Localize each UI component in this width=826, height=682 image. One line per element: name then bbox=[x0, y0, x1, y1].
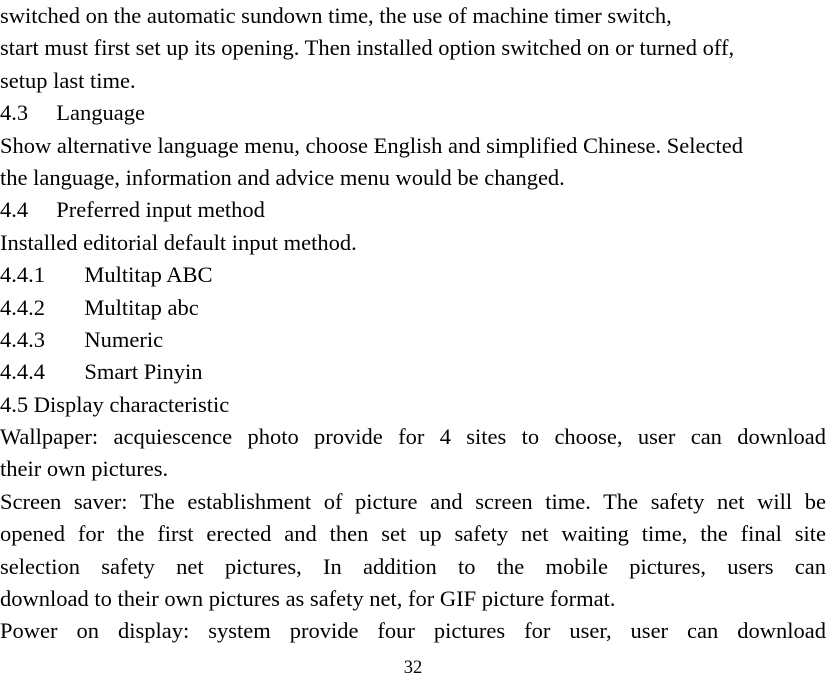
text-line: the language, information and advice men… bbox=[0, 164, 565, 190]
list-item-4-4-2: 4.4.2 Multitap abc bbox=[0, 294, 199, 320]
heading-4-5: 4.5 Display characteristic bbox=[0, 391, 230, 417]
page-number: 32 bbox=[403, 658, 423, 678]
text-line: opened for the first erected and then se… bbox=[0, 521, 826, 547]
text-line: Wallpaper: acquiescence photo provide fo… bbox=[0, 424, 826, 450]
heading-4-4: 4.4 Preferred input method bbox=[0, 197, 265, 223]
text-line: Installed editorial default input method… bbox=[0, 229, 357, 255]
text-line: download to their own pictures as safety… bbox=[0, 586, 616, 612]
list-item-4-4-1: 4.4.1 Multitap ABC bbox=[0, 262, 213, 288]
text-line: Show alternative language menu, choose E… bbox=[0, 132, 743, 158]
text-line: switched on the automatic sundown time, … bbox=[0, 3, 672, 28]
document-page: switched on the automatic sundown time, … bbox=[0, 0, 826, 682]
text-line: Screen saver: The establishment of pictu… bbox=[0, 488, 826, 514]
list-item-4-4-4: 4.4.4 Smart Pinyin bbox=[0, 359, 203, 385]
text-line: Power on display: system provide four pi… bbox=[0, 618, 826, 644]
text-line: start must first set up its opening. The… bbox=[0, 35, 735, 61]
page-body-text: switched on the automatic sundown time, … bbox=[0, 0, 826, 648]
heading-4-3: 4.3 Language bbox=[0, 100, 145, 126]
text-line: setup last time. bbox=[0, 67, 136, 93]
text-line: their own pictures. bbox=[0, 456, 169, 482]
text-line: selection safety net pictures, In additi… bbox=[0, 553, 826, 579]
list-item-4-4-3: 4.4.3 Numeric bbox=[0, 326, 164, 352]
